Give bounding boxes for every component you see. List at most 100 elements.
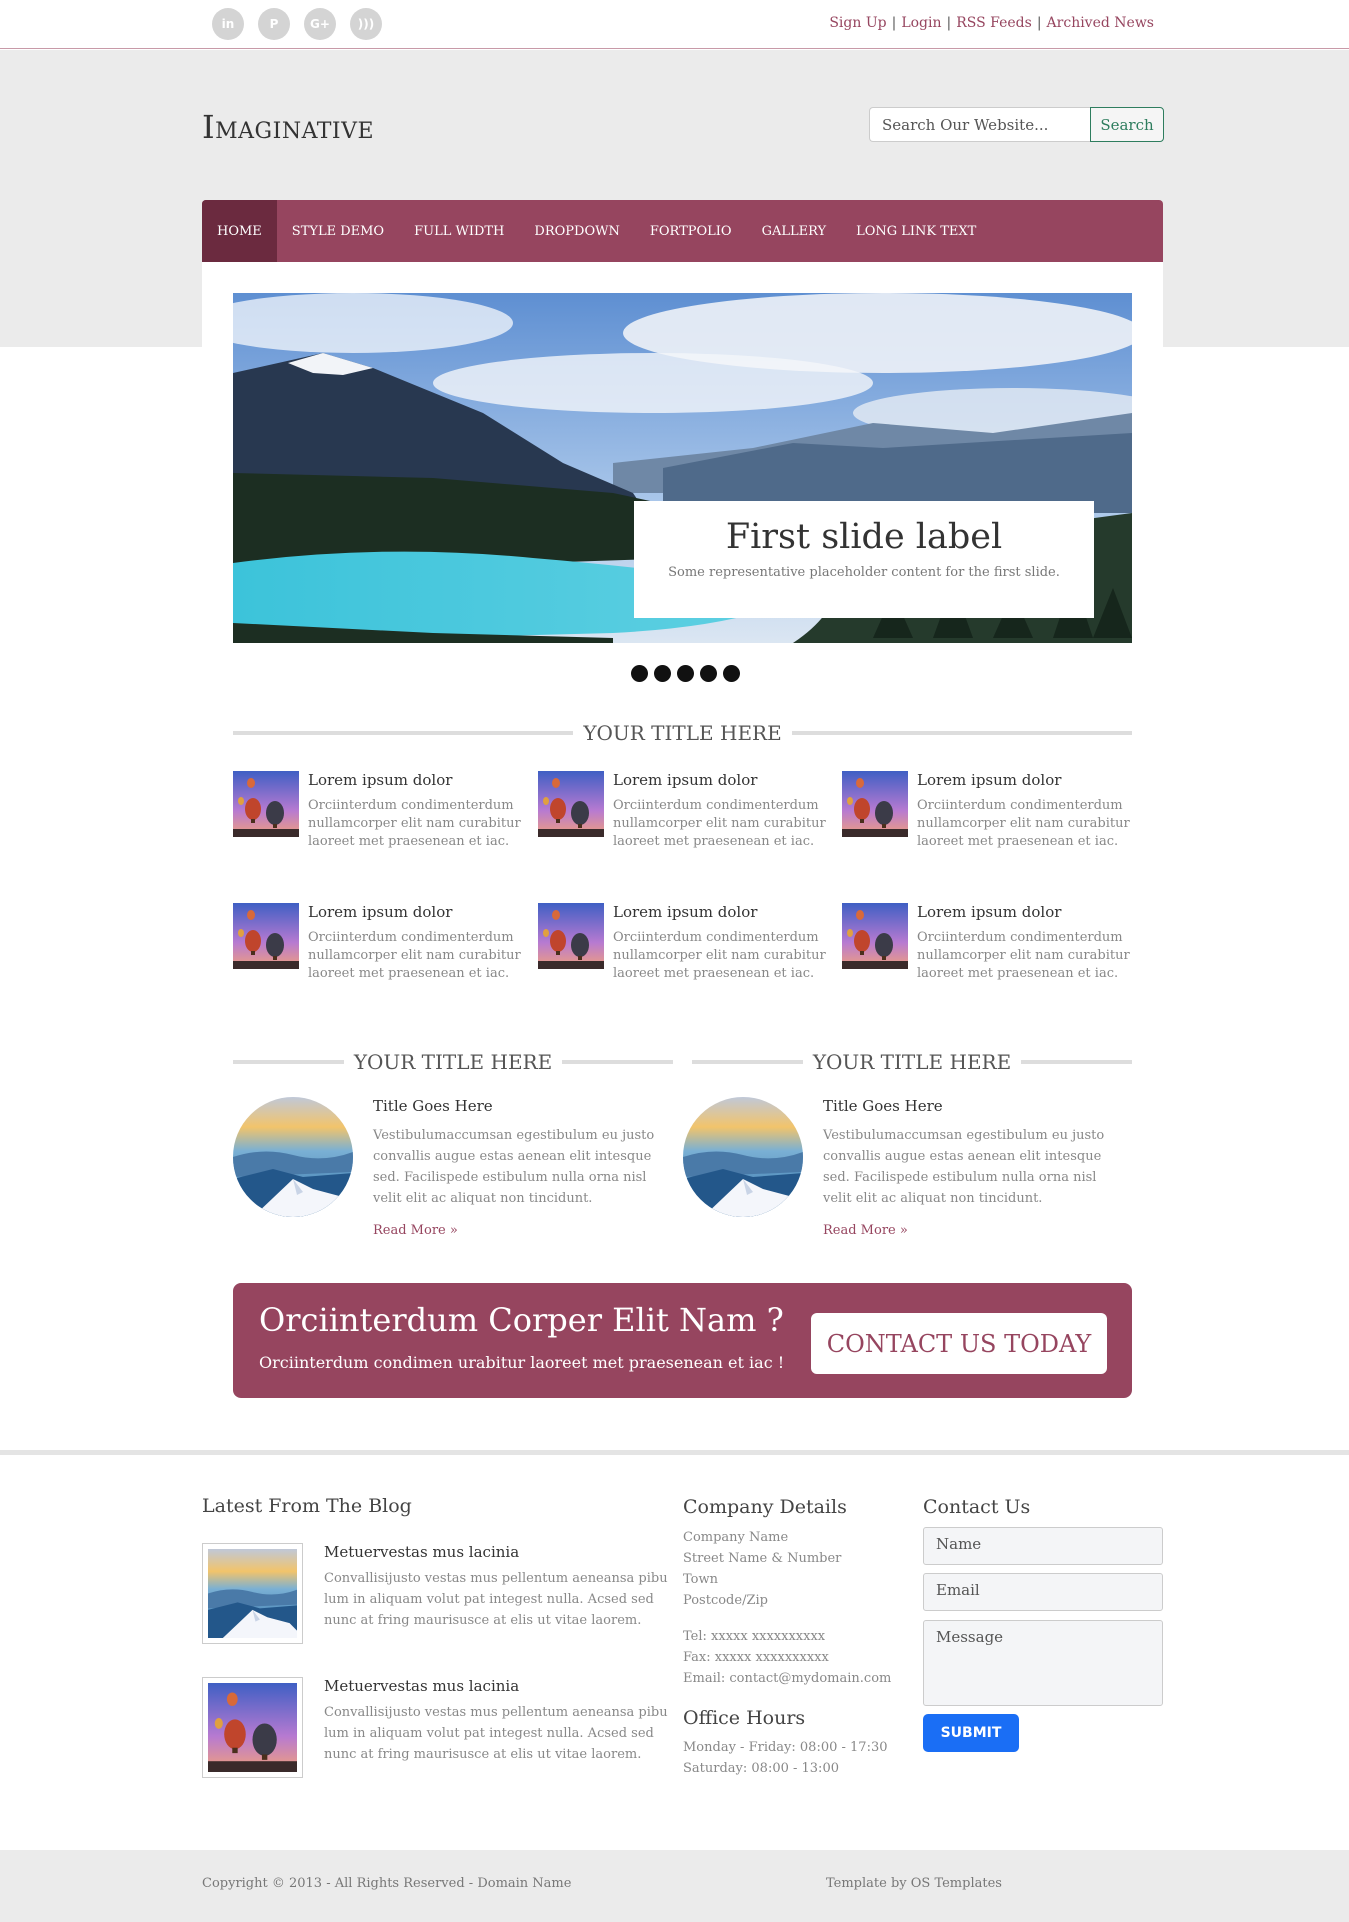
template-credit[interactable]: Template by OS Templates [826,1876,1002,1891]
contact-heading: Contact Us [923,1496,1031,1518]
nav-item-style-demo[interactable]: Style Demo [277,200,399,262]
section-title: Your Title Here [233,1050,674,1074]
section-title-text: Your Title Here [812,1050,1012,1074]
office-hours: Monday - Friday: 08:00 - 17:30 Saturday:… [683,1737,888,1779]
blog-item: Metuervestas mus lacinia Convallisijusto… [202,1677,674,1778]
image-slider[interactable]: First slide label Some representative pl… [233,293,1132,643]
section-title: Your Title Here [692,1050,1133,1074]
feature-text: Orciinterdum condimenterdum nullamcorper… [613,930,826,981]
feature-title: Lorem ipsum dolor [308,903,453,921]
linkedin-icon[interactable]: in [212,8,244,40]
message-field[interactable]: Message [923,1620,1163,1706]
feature-title: Lorem ipsum dolor [917,903,1062,921]
nav-item-fortpolio[interactable]: Fortpolio [635,200,747,262]
feature-title: Lorem ipsum dolor [917,771,1062,789]
hours-weekday: Monday - Friday: 08:00 - 17:30 [683,1740,888,1755]
nav-item-gallery[interactable]: Gallery [747,200,842,262]
feature-thumbnail [538,903,604,969]
company-street: Street Name & Number [683,1551,842,1566]
post-text: Vestibulumaccumsan egestibulum eu justo … [373,1128,655,1206]
blog-excerpt: Convallisijusto vestas mus pellentum aen… [324,1705,668,1762]
company-town: Town [683,1572,718,1587]
feature-thumbnail [538,771,604,837]
post-item: Title Goes Here Vestibulumaccumsan egest… [233,1097,673,1247]
blog-item: Metuervestas mus lacinia Convallisijusto… [202,1543,674,1644]
submit-button[interactable]: SUBMIT [923,1714,1019,1752]
bottom-bar: Copyright © 2013 - All Rights Reserved -… [0,1850,1349,1922]
google-plus-icon[interactable]: G+ [304,8,336,40]
feature-item: Lorem ipsum dolor Orciinterdum condiment… [233,771,523,861]
feature-text: Orciinterdum condimenterdum nullamcorper… [613,798,826,849]
call-to-action: Orciinterdum Corper Elit Nam ? Orciinter… [233,1283,1132,1398]
login-link[interactable]: Login [901,15,941,31]
nav-item-home[interactable]: Home [202,200,277,262]
slide-indicator[interactable] [700,665,717,682]
main-nav: Home Style Demo Full Width Dropdown Fort… [202,200,1163,262]
top-links: Sign Up | Login | RSS Feeds | Archived N… [829,15,1154,31]
title-divider [562,1060,674,1064]
archived-news-link[interactable]: Archived News [1047,15,1154,31]
blog-excerpt: Convallisijusto vestas mus pellentum aen… [324,1571,668,1628]
rss-icon[interactable]: ))) [350,8,382,40]
top-bar: in P G+ ))) Sign Up | Login | RSS Feeds … [0,0,1349,49]
slide-indicator[interactable] [677,665,694,682]
feature-text: Orciinterdum condimenterdum nullamcorper… [917,930,1130,981]
blog-heading: Latest From The Blog [202,1495,412,1517]
social-links: in P G+ ))) [212,8,382,40]
feature-text: Orciinterdum condimenterdum nullamcorper… [308,798,521,849]
company-heading: Company Details [683,1496,847,1518]
blog-thumbnail[interactable] [202,1677,303,1778]
cta-subheading: Orciinterdum condimen urabitur laoreet m… [259,1353,785,1372]
copyright-text: Copyright © 2013 - All Rights Reserved -… [202,1876,572,1891]
slide-caption-title: First slide label [725,517,1003,557]
section-title: Your Title Here [233,721,1133,745]
title-divider [1021,1060,1133,1064]
nav-item-dropdown[interactable]: Dropdown [519,200,634,262]
title-divider [692,1060,803,1064]
search-button[interactable]: Search [1090,107,1164,142]
nav-item-long-link-text[interactable]: Long Link Text [841,200,991,262]
pinterest-icon[interactable]: P [258,8,290,40]
section-title-text: Your Title Here [583,721,782,745]
search-input[interactable] [869,107,1090,142]
feature-text: Orciinterdum condimenterdum nullamcorper… [917,798,1130,849]
slide-indicator[interactable] [654,665,671,682]
separator: | [946,15,952,31]
blog-title[interactable]: Metuervestas mus lacinia [324,1677,519,1695]
post-title: Title Goes Here [373,1097,493,1115]
slide-caption: First slide label Some representative pl… [634,501,1094,618]
feature-thumbnail [842,903,908,969]
feature-item: Lorem ipsum dolor Orciinterdum condiment… [842,771,1132,861]
separator: | [1036,15,1042,31]
name-field[interactable]: Name [923,1527,1163,1565]
slide-indicator[interactable] [631,665,648,682]
feature-thumbnail [233,771,299,837]
site-logo[interactable]: Imaginative [202,108,374,146]
post-image [233,1097,353,1217]
read-more-link[interactable]: Read More » [373,1223,458,1238]
cta-heading: Orciinterdum Corper Elit Nam ? [259,1301,784,1339]
feature-item: Lorem ipsum dolor Orciinterdum condiment… [233,903,523,993]
slider-indicators [631,665,740,682]
slide-caption-text: Some representative placeholder content … [668,565,1060,580]
email-field[interactable]: Email [923,1573,1163,1611]
nav-item-full-width[interactable]: Full Width [399,200,519,262]
read-more-link[interactable]: Read More » [823,1223,908,1238]
title-divider [791,731,1133,735]
search-form: Search [869,107,1164,142]
title-divider [233,1060,344,1064]
feature-thumbnail [842,771,908,837]
rss-feeds-link[interactable]: RSS Feeds [956,15,1032,31]
slide-indicator[interactable] [723,665,740,682]
post-item: Title Goes Here Vestibulumaccumsan egest… [683,1097,1123,1247]
title-divider [233,731,574,735]
blog-thumbnail[interactable] [202,1543,303,1644]
company-fax: Fax: xxxxx xxxxxxxxxx [683,1650,829,1665]
signup-link[interactable]: Sign Up [829,15,886,31]
footer-divider [0,1450,1349,1455]
contact-us-button[interactable]: CONTACT US TODAY [811,1313,1107,1374]
blog-title[interactable]: Metuervestas mus lacinia [324,1543,519,1561]
hours-saturday: Saturday: 08:00 - 13:00 [683,1761,839,1776]
feature-item: Lorem ipsum dolor Orciinterdum condiment… [538,771,828,861]
company-email[interactable]: Email: contact@mydomain.com [683,1668,891,1689]
